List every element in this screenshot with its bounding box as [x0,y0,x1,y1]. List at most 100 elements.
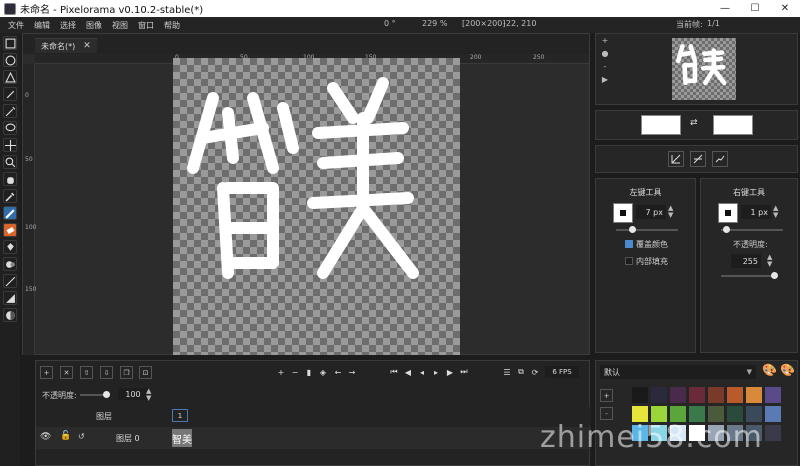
menu-item[interactable]: 视图 [108,20,132,31]
add-layer-icon[interactable]: + [40,366,53,379]
right-brush-size-field[interactable]: 1 px [741,205,771,219]
move-frame-right-icon[interactable]: → [347,366,357,378]
right-opacity-spinner-icon[interactable]: ▲ ▼ [767,254,772,268]
pixel-perfect-icon[interactable] [712,151,728,167]
move-tool-icon[interactable] [3,138,17,152]
palette-color-swatch[interactable] [651,387,667,403]
tab-untitled[interactable]: 未命名(*) ✕ [35,38,97,53]
right-color-swatch[interactable] [713,115,753,135]
loop-icon[interactable]: ⟳ [530,366,540,378]
last-frame-icon[interactable]: ⏭ [459,366,469,378]
fill-inside-checkbox[interactable] [625,257,633,265]
tag-frame-icon[interactable]: ◈ [318,366,328,378]
horizontal-mirror-icon[interactable] [668,151,684,167]
menu-item[interactable]: 选择 [56,20,80,31]
close-icon[interactable]: ✕ [770,0,800,17]
ellipse-select-tool-icon[interactable] [3,53,17,67]
frame-cel-thumbnail[interactable]: 智美 [172,429,192,447]
drawing-canvas[interactable] [173,58,460,355]
right-size-spinner-icon[interactable]: ▲ ▼ [773,205,778,219]
palette-color-swatch[interactable] [765,387,781,403]
pencil-tool-icon[interactable] [3,206,17,220]
left-size-slider-knob[interactable] [629,226,636,233]
menu-item[interactable]: 图像 [82,20,106,31]
right-brush-button[interactable] [718,203,738,223]
layer-row[interactable]: 👁 🔓 ↺ 图层 0 智美 [36,427,591,449]
menu-item[interactable]: 窗口 [134,20,158,31]
previous-frame-icon[interactable]: ◀ [403,366,413,378]
fps-field[interactable]: 6 FPS [545,366,579,378]
move-layer-down-icon[interactable]: ⇩ [100,366,113,379]
move-layer-up-icon[interactable]: ⇧ [80,366,93,379]
timeline-settings-icon[interactable]: ☰ [502,366,512,378]
right-opacity-slider-knob[interactable] [771,272,778,279]
palette-add-icon[interactable]: 🎨 [780,363,795,377]
color-picker-tool-icon[interactable] [3,189,17,203]
palette-color-swatch[interactable] [708,387,724,403]
merge-layer-icon[interactable]: ⊡ [139,366,152,379]
polygon-select-tool-icon[interactable] [3,70,17,84]
rectangle-tool-icon[interactable] [3,291,17,305]
overwrite-color-checkbox[interactable] [625,240,633,248]
visibility-eye-icon[interactable]: 👁 [40,432,51,442]
menu-item[interactable]: 编辑 [30,20,54,31]
palette-select[interactable]: 默认 ▼ [600,365,756,379]
remove-frame-icon[interactable]: − [290,366,300,378]
preview-zoom-out-button[interactable]: - [604,62,607,71]
palette-remove-color-icon[interactable]: - [600,407,613,420]
ellipse-tool-icon[interactable] [3,308,17,322]
left-brush-size-field[interactable]: 7 px [636,205,666,219]
menu-item[interactable]: 帮助 [160,20,184,31]
eraser-tool-icon[interactable] [3,223,17,237]
layer-opacity-knob[interactable] [103,391,110,398]
zoom-tool-icon[interactable] [3,155,17,169]
line-tool-icon[interactable] [3,274,17,288]
rect-select-tool-icon[interactable] [3,36,17,50]
left-color-swatch[interactable] [641,115,681,135]
clone-frame-icon[interactable]: ▮ [304,366,314,378]
right-size-slider-knob[interactable] [723,226,730,233]
right-opacity-field[interactable]: 255 [731,254,761,268]
palette-edit-icon[interactable]: 🎨 [762,363,777,377]
layer-opacity-spinner-icon[interactable]: ▲ ▼ [146,388,151,402]
left-size-spinner-icon[interactable]: ▲ ▼ [668,205,673,219]
vertical-mirror-icon[interactable] [690,151,706,167]
lasso-tool-icon[interactable] [3,121,17,135]
bucket-tool-icon[interactable] [3,240,17,254]
minimize-icon[interactable]: — [710,0,740,17]
play-backwards-icon[interactable]: ◂ [417,366,427,378]
palette-color-swatch[interactable] [689,387,705,403]
palette-add-color-icon[interactable]: + [600,389,613,402]
next-frame-icon[interactable]: ▶ [445,366,455,378]
frame-number[interactable]: 1 [172,409,188,422]
remove-layer-icon[interactable]: ✕ [60,366,73,379]
palette-color-swatch[interactable] [632,387,648,403]
layer-opacity-field[interactable]: 100 [118,388,148,400]
palette-color-swatch[interactable] [765,425,781,441]
tab-close-icon[interactable]: ✕ [83,41,91,51]
color-select-tool-icon[interactable] [3,87,17,101]
shading-tool-icon[interactable] [3,257,17,271]
palette-color-swatch[interactable] [727,387,743,403]
left-size-slider[interactable] [616,229,678,231]
palette-color-swatch[interactable] [670,387,686,403]
clone-layer-icon[interactable]: ❐ [120,366,133,379]
right-opacity-slider[interactable] [721,275,777,277]
maximize-icon[interactable]: ☐ [740,0,770,17]
preview-slider-knob[interactable]: ● [602,49,609,58]
palette-color-swatch[interactable] [746,387,762,403]
magic-wand-tool-icon[interactable] [3,104,17,118]
first-frame-icon[interactable]: ⏮ [389,366,399,378]
onion-skin-icon[interactable]: ⧉ [516,366,526,378]
lock-icon[interactable]: 🔓 [60,431,71,441]
move-frame-left-icon[interactable]: ← [333,366,343,378]
menu-item[interactable]: 文件 [4,20,28,31]
link-icon[interactable]: ↺ [78,432,85,441]
left-brush-button[interactable] [613,203,633,223]
preview-zoom-in-button[interactable]: + [602,36,609,45]
palette-color-swatch[interactable] [765,406,781,422]
preview-play-icon[interactable]: ▶ [602,75,608,84]
swap-colors-icon[interactable]: ⇄ [690,118,698,128]
add-frame-icon[interactable]: + [276,366,286,378]
pan-tool-icon[interactable] [3,172,17,186]
